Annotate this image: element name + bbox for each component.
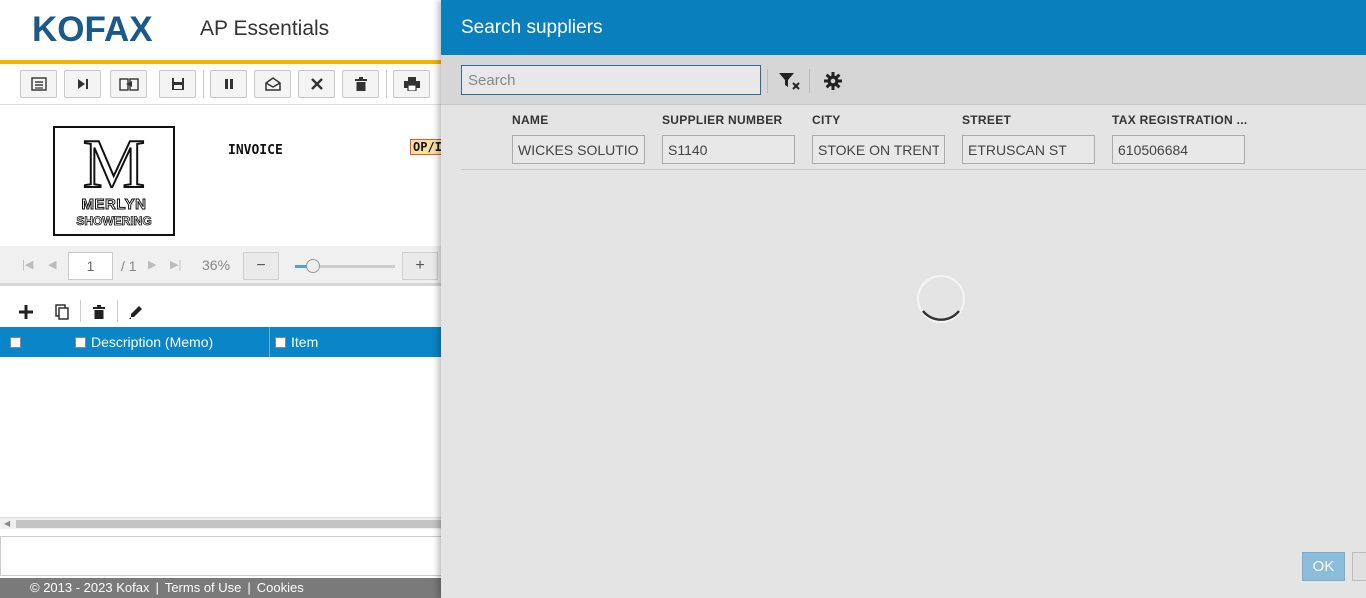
pause-icon [224,79,233,89]
trash-icon [93,305,105,319]
pencil-icon [129,306,142,319]
line-items-grid-body [0,357,442,517]
highlighted-field[interactable]: OP/I [410,139,445,155]
save-button[interactable] [159,70,196,98]
comment-field[interactable] [0,536,442,576]
column-label: Item [291,334,319,350]
transfer-icon [118,78,139,91]
delete-line-button[interactable] [87,300,111,324]
column-checkbox[interactable] [75,336,86,348]
mail-button[interactable] [254,70,291,98]
column-checkbox[interactable] [275,336,286,348]
tax-registration-filter-input[interactable] [1112,135,1245,164]
plus-icon [19,305,33,319]
cancel-button[interactable] [1352,552,1366,581]
scroll-left-icon[interactable]: ◀ [4,519,10,528]
document-toolbar [0,64,442,105]
column-header-name[interactable]: NAME [512,113,549,127]
open-envelope-icon [264,77,281,91]
next-page-icon[interactable]: ▶ [148,258,156,271]
logo-letter: M [82,126,146,203]
print-button[interactable] [393,70,430,98]
page-total: / 1 [121,258,137,274]
street-filter-input[interactable] [962,135,1095,164]
document-list-button[interactable] [20,70,57,98]
next-document-button[interactable] [64,70,101,98]
supplier-number-filter-input[interactable] [662,135,795,164]
supplier-search-input[interactable] [461,65,761,95]
app-header: KOFAX AP Essentials [0,0,442,60]
kofax-logo: KOFAX [32,10,153,49]
zoom-slider[interactable] [295,259,395,273]
logo-line1: MERLYN [81,196,147,214]
toolbar-separator [203,70,204,98]
transfer-button[interactable] [110,70,147,98]
column-label: Description (Memo) [91,334,214,350]
previous-page-icon[interactable]: ◀ [48,258,56,271]
save-icon [171,78,184,90]
toolbar-separator [117,300,118,322]
add-line-button[interactable] [14,300,38,324]
horizontal-scrollbar[interactable]: ◀ [0,517,442,529]
column-header-item[interactable]: Item [275,327,318,357]
search-suppliers-dialog: Search suppliers NAME SUPPLIER NUMBER CI… [441,0,1366,598]
document-preview: M MERLYN SHOWERING INVOICE OP/I [0,105,445,245]
filter-row-divider [461,169,1366,170]
column-header-tax-registration[interactable]: TAX REGISTRATION ... [1112,113,1248,127]
close-icon [310,78,323,90]
select-all-checkbox[interactable] [10,336,21,348]
settings-button[interactable] [821,70,845,92]
loading-spinner-icon [917,275,965,323]
name-filter-input[interactable] [512,135,645,164]
page-number-input[interactable]: 1 [68,252,113,280]
column-divider [269,327,270,357]
clear-filter-icon [779,73,800,90]
column-header-description[interactable]: Description (Memo) [75,327,213,357]
toolbar-separator [809,69,810,93]
app-title: AP Essentials [200,17,330,40]
first-page-icon[interactable]: |◀ [22,258,33,271]
line-items-grid-header: Description (Memo) Item [0,327,442,357]
dialog-title: Search suppliers [461,17,603,38]
column-header-supplier-number[interactable]: SUPPLIER NUMBER [662,113,783,127]
app-footer: © 2013 - 2023 Kofax | Terms of Use | Cookies [0,578,442,598]
toolbar-separator [80,300,81,322]
skip-forward-icon [77,79,88,89]
reject-button[interactable] [298,70,335,98]
toolbar-separator [767,69,768,93]
delete-button[interactable] [342,70,379,98]
gear-icon [824,72,842,90]
viewer-navigation-bar: |◀ ◀ 1 / 1 ▶ ▶| 36% − + [0,246,442,286]
line-items-toolbar [0,296,442,326]
copy-icon [55,304,69,320]
cookies-link[interactable]: Cookies [257,580,304,595]
zoom-level: 36% [202,257,231,273]
column-header-city[interactable]: CITY [812,113,841,127]
printer-icon [403,77,420,91]
zoom-out-button[interactable]: − [243,252,279,280]
select-all-checkbox-col [10,327,26,357]
invoice-heading: INVOICE [228,143,283,158]
pause-button[interactable] [210,70,247,98]
terms-of-use-link[interactable]: Terms of Use [165,580,242,595]
dialog-toolbar [441,55,1366,105]
toolbar-separator [386,70,387,98]
last-page-icon[interactable]: ▶| [170,258,181,271]
copyright-text: © 2013 - 2023 Kofax [30,580,150,595]
logo-line2: SHOWERING [76,214,152,229]
zoom-slider-thumb[interactable] [306,259,320,273]
column-header-street[interactable]: STREET [962,113,1011,127]
scrollbar-thumb[interactable] [16,520,442,528]
clear-filter-button[interactable] [778,70,802,92]
list-icon [30,77,47,91]
city-filter-input[interactable] [812,135,945,164]
ok-button[interactable]: OK [1302,552,1345,581]
edit-line-button[interactable] [124,300,148,324]
dialog-header: Search suppliers [441,0,1366,55]
trash-icon [354,77,367,91]
copy-line-button[interactable] [50,300,74,324]
merlyn-showering-logo: M MERLYN SHOWERING [53,126,175,236]
zoom-in-button[interactable]: + [402,252,438,280]
app-background: KOFAX AP Essentials M MERLYN SHOWERING I… [0,0,445,598]
